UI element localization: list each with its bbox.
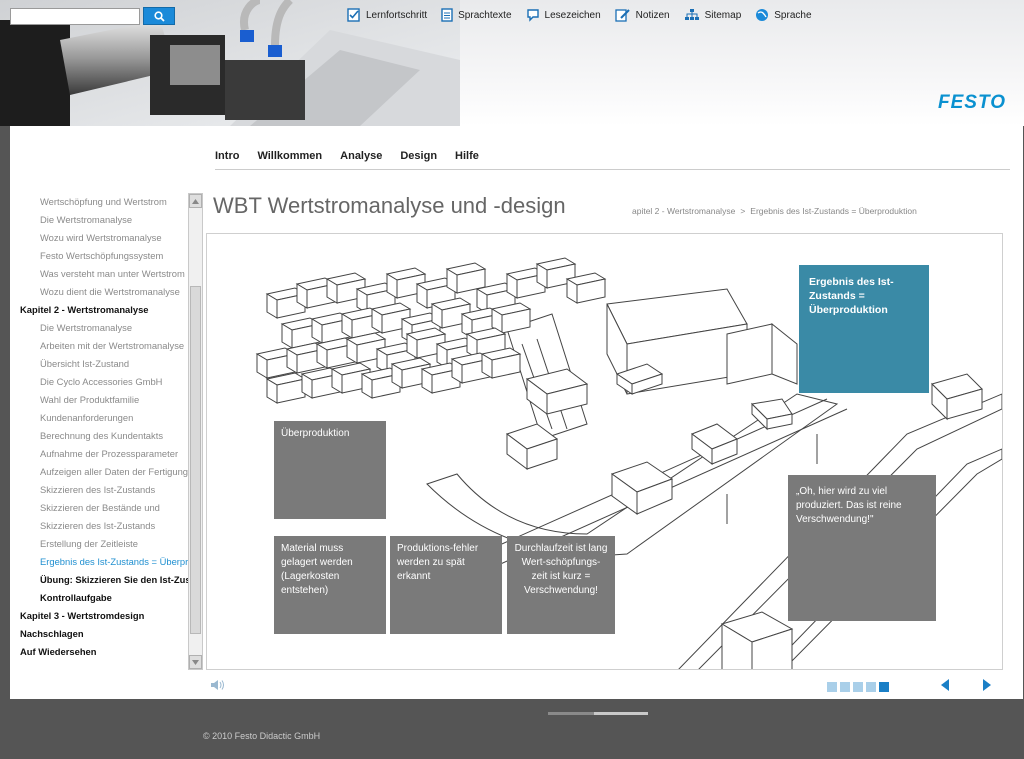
tree-chapter-item[interactable]: Kapitel 3 - Wertstromdesign <box>20 607 188 625</box>
tree-page-item[interactable]: Festo Wertschöpfungssystem <box>20 247 188 265</box>
content-panel: Intro Willkommen Analyse Design Hilfe We… <box>10 126 1023 699</box>
tree-page-item[interactable]: Die Wertstromanalyse <box>20 319 188 337</box>
tree-page-item[interactable]: Die Cyclo Accessories GmbH <box>20 373 188 391</box>
tree-page-item[interactable]: Wozu wird Wertstromanalyse <box>20 229 188 247</box>
nav-lesezeichen[interactable]: Lesezeichen <box>526 6 601 24</box>
copyright-text: © 2010 Festo Didactic GmbH <box>203 731 321 741</box>
tab-willkommen[interactable]: Willkommen <box>257 150 322 162</box>
nav-label: Sitemap <box>704 9 742 21</box>
progress-step[interactable] <box>866 682 876 692</box>
tab-design[interactable]: Design <box>400 150 437 162</box>
tree-page-item[interactable]: Skizzieren des Ist-Zustands <box>20 517 188 535</box>
nav-label: Notizen <box>635 9 670 21</box>
tab-analyse[interactable]: Analyse <box>340 150 382 162</box>
tree-page-item[interactable]: Skizzieren des Ist-Zustands <box>20 481 188 499</box>
search-button[interactable] <box>143 7 175 25</box>
tree-page-item[interactable]: Was versteht man unter Wertstrom <box>20 265 188 283</box>
callout-errors: Produktions-fehler werden zu spät erkann… <box>390 536 502 634</box>
callout-leadtime: Durchlaufzeit ist lang Wert-schöpfungs-z… <box>507 536 615 634</box>
tree-page-item[interactable]: Aufnahme der Prozessparameter <box>20 445 188 463</box>
nav-sitemap[interactable]: Sitemap <box>684 6 742 24</box>
checklist-icon <box>347 8 360 22</box>
progress-step[interactable] <box>840 682 850 692</box>
nav-sprache[interactable]: Sprache <box>755 6 812 24</box>
search-icon <box>153 10 165 22</box>
tab-hilfe[interactable]: Hilfe <box>455 150 479 162</box>
nav-label: Lernfortschritt <box>366 9 428 21</box>
next-page-button[interactable] <box>982 678 992 696</box>
nav-notizen[interactable]: Notizen <box>615 6 670 24</box>
breadcrumb-separator: > <box>740 206 746 216</box>
top-navigation: Lernfortschritt Sprachtexte Lesezeichen … <box>347 6 812 24</box>
tab-intro[interactable]: Intro <box>215 150 239 162</box>
festo-logo[interactable]: FESTO <box>938 92 1006 114</box>
illustration-frame: Ergebnis des Ist-Zustands = Überprodukti… <box>206 233 1003 670</box>
tree-page-item[interactable]: Übersicht Ist-Zustand <box>20 355 188 373</box>
globe-icon <box>756 9 769 21</box>
search-input[interactable] <box>10 8 140 25</box>
tree-chapter-item[interactable]: Kapitel 2 - Wertstromanalyse <box>20 301 188 319</box>
progress-step[interactable] <box>853 682 863 692</box>
scroll-down-button[interactable] <box>189 655 202 669</box>
progress-step[interactable] <box>879 682 889 692</box>
audio-button[interactable] <box>210 678 226 696</box>
tree-page-item[interactable]: Wahl der Produktfamilie <box>20 391 188 409</box>
arrow-right-icon <box>983 679 991 691</box>
tree-page-item[interactable]: Wozu dient die Wertstromanalyse <box>20 283 188 301</box>
tree-page-item[interactable]: Kundenanforderungen <box>20 409 188 427</box>
arrow-down-icon <box>192 659 199 665</box>
tree-page-item[interactable]: Aufzeigen aller Daten der Fertigung <box>20 463 188 481</box>
arrow-up-icon <box>192 198 199 204</box>
previous-page-button[interactable] <box>940 678 950 696</box>
scroll-up-button[interactable] <box>189 194 202 208</box>
callout-material: Material muss gelagert werden (Lagerkost… <box>274 536 386 634</box>
tree-page-item[interactable]: Arbeiten mit der Wertstromanalyse <box>20 337 188 355</box>
speaker-icon <box>211 680 224 690</box>
tree-page-item[interactable]: Erstellung der Zeitleiste <box>20 535 188 553</box>
tree-page-item[interactable]: Wertschöpfung und Wertstrom <box>20 193 188 211</box>
page-progress <box>827 682 889 692</box>
nav-label: Sprachtexte <box>458 9 512 21</box>
footer-scroll-indicator[interactable] <box>548 712 594 715</box>
nav-sprachtexte[interactable]: Sprachtexte <box>441 6 512 24</box>
nav-lernfortschritt[interactable]: Lernfortschritt <box>347 6 427 24</box>
pencil-icon <box>615 9 630 22</box>
tree-page-item[interactable]: Ergebnis des Ist-Zustands = Überprodukti… <box>20 553 188 571</box>
scrollbar-thumb[interactable] <box>190 286 201 634</box>
callout-overproduction: Überproduktion <box>274 421 386 519</box>
tree-page-item[interactable]: Skizzieren der Bestände und <box>20 499 188 517</box>
page-title: WBT Wertstromanalyse und -design <box>213 193 566 218</box>
callout-result: Ergebnis des Ist-Zustands = Überprodukti… <box>799 265 929 393</box>
breadcrumb-current: Ergebnis des Ist-Zustands = Überprodukti… <box>750 206 917 216</box>
tree-page-item[interactable]: Berechnung des Kundentakts <box>20 427 188 445</box>
tree-chapter-item[interactable]: Nachschlagen <box>20 625 188 643</box>
course-tree: Wertschöpfung und Wertstrom Die Wertstrom… <box>20 193 188 670</box>
nav-label: Sprache <box>774 9 812 21</box>
callout-quote: „Oh, hier wird zu viel produziert. Das i… <box>788 475 936 621</box>
tree-chapter-item[interactable]: Auf Wiedersehen <box>20 643 188 661</box>
breadcrumb: apitel 2 - Wertstromanalyse > Ergebnis d… <box>632 206 917 216</box>
nav-label: Lesezeichen <box>544 9 601 21</box>
arrow-left-icon <box>941 679 949 691</box>
progress-step[interactable] <box>827 682 837 692</box>
document-icon <box>441 8 453 22</box>
main-tabs: Intro Willkommen Analyse Design Hilfe <box>215 150 1010 170</box>
tree-page-item[interactable]: Übung: Skizzieren Sie den Ist-Zustand <box>20 571 188 589</box>
tree-page-item[interactable]: Die Wertstromanalyse <box>20 211 188 229</box>
sitemap-icon <box>684 9 699 20</box>
bookmark-icon <box>526 9 539 22</box>
tree-page-item[interactable]: Kontrollaufgabe <box>20 589 188 607</box>
breadcrumb-chapter[interactable]: apitel 2 - Wertstromanalyse <box>632 206 735 216</box>
sidebar-scrollbar[interactable] <box>188 193 203 670</box>
top-header: Lernfortschritt Sprachtexte Lesezeichen … <box>0 0 1024 126</box>
